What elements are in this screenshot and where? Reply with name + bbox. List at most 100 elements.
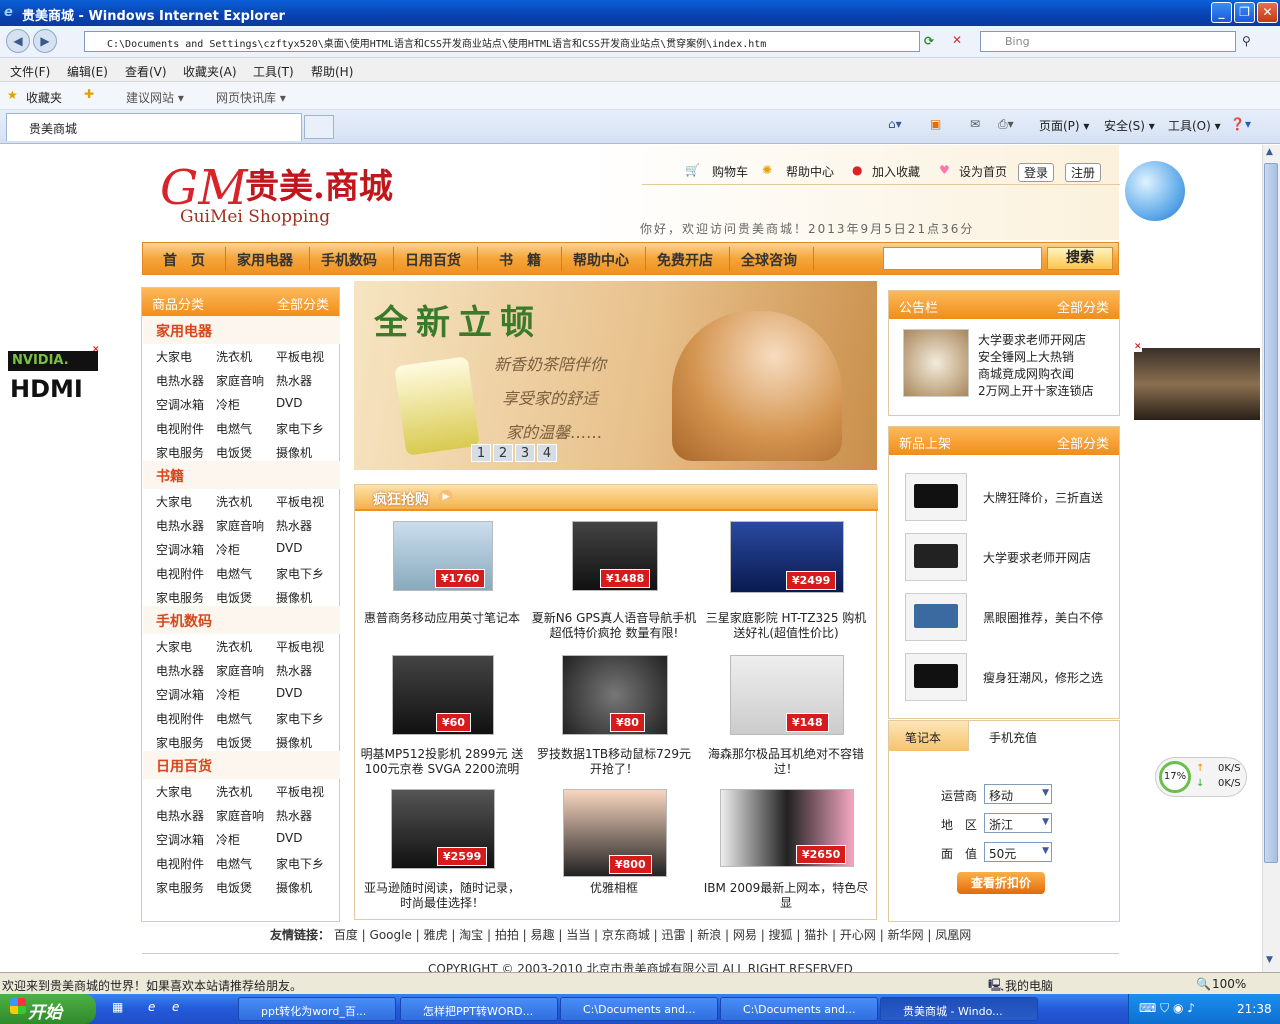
register-button[interactable]: 注册 (1065, 163, 1102, 182)
cart-link[interactable]: 购物车 (712, 163, 748, 180)
notice-item[interactable]: 安全锤网上大热销 (978, 348, 1074, 365)
category-item[interactable]: DVD (276, 831, 302, 845)
category-item[interactable]: 空调冰箱 (156, 686, 204, 703)
category-item[interactable]: DVD (276, 396, 302, 410)
product-name[interactable]: 优雅相框 (531, 881, 697, 896)
suggested-sites[interactable]: 建议网站 ▾ (126, 89, 184, 106)
laptop-thumb[interactable] (905, 653, 967, 701)
task-item[interactable]: ppt转化为word_百... (238, 997, 396, 1021)
category-item[interactable]: 家庭音响 (216, 517, 264, 534)
refresh-icon[interactable]: ⟳ (924, 34, 934, 48)
promo-banner[interactable]: 全新立顿 新香奶茶陪伴你 享受家的舒适 家的温馨…… 1 2 3 4 (354, 281, 877, 470)
quicklaunch-icon[interactable]: ▦ (112, 1000, 123, 1014)
banner-page-3[interactable]: 3 (515, 444, 535, 462)
category-group-title[interactable]: 手机数码 (156, 611, 212, 631)
notice-item[interactable]: 商城竟成网购衣闻 (978, 365, 1074, 382)
category-item[interactable]: 大家电 (156, 638, 192, 655)
category-item[interactable]: 家电服务 (156, 879, 204, 896)
new-goods-item[interactable]: 大牌狂降价，三折直送 (983, 489, 1103, 506)
category-item[interactable]: 电燃气 (216, 420, 252, 437)
category-item[interactable]: 空调冰箱 (156, 831, 204, 848)
all-categories-link[interactable]: 全部分类 (277, 294, 329, 313)
product-name[interactable]: 罗技数据1TB移动鼠标729元开抢了！ (531, 747, 697, 777)
product-name[interactable]: 惠普商务移动应用英寸笔记本 (359, 611, 525, 626)
product-name[interactable]: 明基MP512投影机 2899元 送100元京卷 SVGA 2200流明 (359, 747, 525, 777)
nav-consult[interactable]: 全球咨询 (741, 250, 797, 270)
category-item[interactable]: 热水器 (276, 807, 312, 824)
category-item[interactable]: 电热水器 (156, 807, 204, 824)
laptop-thumb[interactable] (905, 533, 967, 581)
category-item[interactable]: 家电下乡 (276, 710, 324, 727)
category-item[interactable]: 电饭煲 (216, 444, 252, 461)
site-search-button[interactable]: 搜索 (1047, 247, 1113, 270)
category-item[interactable]: 空调冰箱 (156, 396, 204, 413)
ad-nvidia-hdmi[interactable]: NVIDIA. HDMI ✕ (4, 345, 100, 435)
category-item[interactable]: 摄像机 (276, 879, 312, 896)
new-goods-item[interactable]: 瘦身狂潮风，修形之选 (983, 669, 1103, 686)
product-name[interactable]: IBM 2009最新上网本，特色尽显 (703, 881, 869, 911)
menu-view[interactable]: 查看(V) (125, 63, 167, 80)
scroll-up-icon[interactable]: ▲ (1266, 147, 1273, 157)
category-item[interactable]: 冷柜 (216, 831, 240, 848)
nav-daily[interactable]: 日用百货 (405, 250, 461, 270)
category-item[interactable]: 大家电 (156, 493, 192, 510)
site-logo-cn[interactable]: 贵美.商城 (245, 159, 393, 208)
category-group-title[interactable]: 日用百货 (156, 756, 212, 776)
check-discount-button[interactable]: 查看折扣价 (957, 872, 1045, 894)
region-select[interactable]: 浙江 (984, 813, 1052, 833)
nav-help[interactable]: 帮助中心 (573, 250, 629, 270)
scrollbar-thumb[interactable] (1264, 163, 1278, 863)
arrow-right-icon[interactable]: ▶ (439, 490, 453, 504)
web-slice-gallery[interactable]: 网页快讯库 ▾ (216, 89, 286, 106)
category-item[interactable]: 电饭煲 (216, 589, 252, 606)
category-group-title[interactable]: 书籍 (156, 466, 184, 486)
category-item[interactable]: 电视附件 (156, 420, 204, 437)
category-item[interactable]: 摄像机 (276, 734, 312, 751)
category-item[interactable]: 电饭煲 (216, 734, 252, 751)
menu-favorites[interactable]: 收藏夹(A) (183, 63, 237, 80)
ad-close-icon[interactable]: ✕ (1134, 342, 1142, 352)
help-icon[interactable]: ❓▾ (1230, 117, 1251, 131)
category-item[interactable]: 电视附件 (156, 855, 204, 872)
product-name[interactable]: 三星家庭影院 HT-TZ325 购机送好礼(超值性价比) (703, 611, 869, 641)
back-button[interactable]: ◀ (6, 29, 30, 53)
product-name[interactable]: 夏新N6 GPS真人语音导航手机超低特价疯抢 数量有限! (531, 611, 697, 641)
quicklaunch-ie2-icon[interactable]: e (172, 1000, 179, 1014)
category-item[interactable]: 电饭煲 (216, 879, 252, 896)
tab-laptop[interactable]: 笔记本 (889, 721, 969, 751)
address-input[interactable]: C:\Documents and Settings\czftyx520\桌面\使… (84, 31, 920, 52)
category-item[interactable]: 洗衣机 (216, 638, 252, 655)
task-item[interactable]: C:\Documents and... (720, 997, 878, 1021)
amount-select[interactable]: 50元 (984, 842, 1052, 862)
new-goods-all-link[interactable]: 全部分类 (1057, 433, 1109, 452)
menu-file[interactable]: 文件(F) (10, 63, 50, 80)
zoom-level[interactable]: 100% (1212, 977, 1246, 991)
search-icon[interactable]: ⚲ (1242, 34, 1251, 48)
category-item[interactable]: 电燃气 (216, 565, 252, 582)
category-item[interactable]: 家庭音响 (216, 662, 264, 679)
feeds-icon[interactable]: ▣ (930, 117, 941, 131)
nav-open-shop[interactable]: 免费开店 (657, 250, 713, 270)
laptop-thumb[interactable] (905, 473, 967, 521)
friend-links-list[interactable]: 百度 | Google | 雅虎 | 淘宝 | 拍拍 | 易趣 | 当当 | 京… (334, 928, 971, 942)
category-item[interactable]: 电燃气 (216, 855, 252, 872)
category-item[interactable]: 大家电 (156, 783, 192, 800)
category-item[interactable]: DVD (276, 541, 302, 555)
product-name[interactable]: 亚马逊随时阅读，随时记录，时尚最佳选择！ (359, 881, 525, 911)
network-monitor[interactable]: 17% ↑ 0K/S ↓ 0K/S (1155, 757, 1247, 797)
category-item[interactable]: 洗衣机 (216, 493, 252, 510)
banner-page-1[interactable]: 1 (471, 444, 491, 462)
category-item[interactable]: 洗衣机 (216, 783, 252, 800)
category-item[interactable]: 热水器 (276, 517, 312, 534)
category-item[interactable]: 家电下乡 (276, 855, 324, 872)
print-icon[interactable]: ⎙▾ (998, 117, 1014, 132)
stop-icon[interactable]: ✕ (952, 33, 962, 47)
add-favorite-link[interactable]: 加入收藏 (872, 163, 920, 180)
menu-edit[interactable]: 编辑(E) (67, 63, 108, 80)
category-item[interactable]: 电燃气 (216, 710, 252, 727)
laptop-thumb[interactable] (905, 593, 967, 641)
product-name[interactable]: 海森那尔极品耳机绝对不容错过！ (703, 747, 869, 777)
category-item[interactable]: 洗衣机 (216, 348, 252, 365)
safety-menu[interactable]: 安全(S) ▾ (1104, 117, 1155, 134)
category-item[interactable]: 电热水器 (156, 372, 204, 389)
